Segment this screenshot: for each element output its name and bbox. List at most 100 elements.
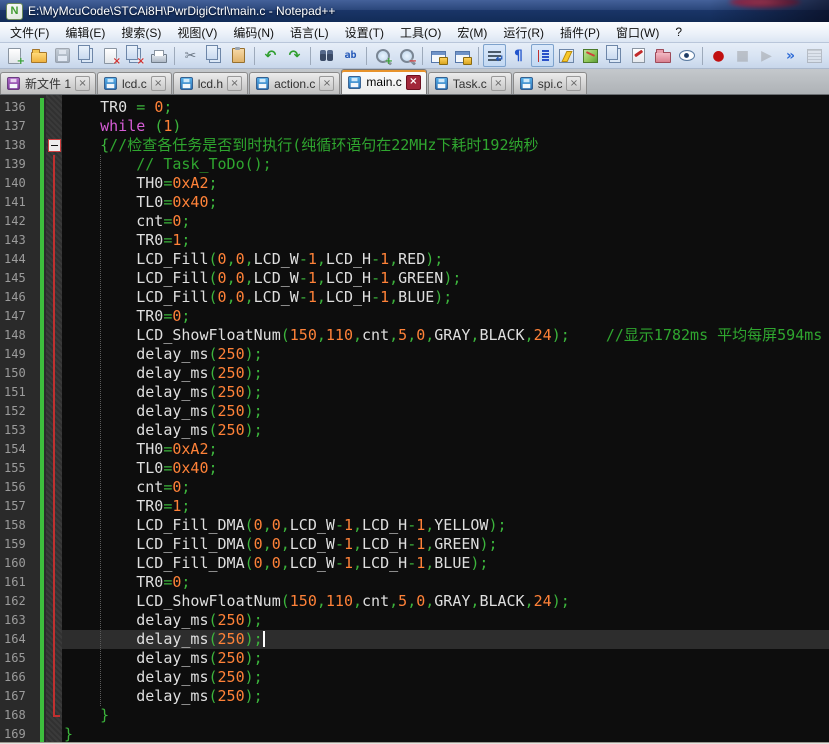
word-wrap-icon[interactable] — [483, 44, 506, 67]
function-list-icon[interactable] — [555, 44, 578, 67]
code-line[interactable]: LCD_Fill_DMA(0,0,LCD_W-1,LCD_H-1,BLUE); — [62, 554, 829, 573]
token-id: delay_ms — [136, 668, 208, 686]
macro-run-multiple-icon[interactable]: » — [779, 44, 802, 67]
menu-item[interactable]: 窗口(W) — [608, 22, 667, 43]
menu-item[interactable]: 设置(T) — [337, 22, 392, 43]
code-line[interactable]: LCD_Fill(0,0,LCD_W-1,LCD_H-1,GREEN); — [62, 269, 829, 288]
code-line[interactable]: LCD_Fill_DMA(0,0,LCD_W-1,LCD_H-1,GREEN); — [62, 535, 829, 554]
code-line[interactable]: LCD_ShowFloatNum(150,110,cnt,5,0,GRAY,BL… — [62, 592, 829, 611]
tab-close-icon[interactable]: × — [319, 76, 334, 91]
redo-icon[interactable]: ↷ — [283, 44, 306, 67]
code-line[interactable]: delay_ms(250); — [62, 649, 829, 668]
open-file-icon[interactable] — [27, 44, 50, 67]
tab-close-icon[interactable]: × — [566, 76, 581, 91]
monitoring-icon[interactable] — [675, 44, 698, 67]
tab-close-icon[interactable]: × — [491, 76, 506, 91]
token-op: ; — [209, 193, 218, 211]
code-line[interactable]: delay_ms(250); — [62, 611, 829, 630]
menu-item[interactable]: 语言(L) — [282, 22, 337, 43]
tab-close-icon[interactable]: × — [406, 75, 421, 90]
code-line[interactable]: TR0=1; — [62, 497, 829, 516]
code-line[interactable]: delay_ms(250); — [62, 383, 829, 402]
zoom-in-icon[interactable]: + — [371, 44, 394, 67]
zoom-out-icon[interactable]: − — [395, 44, 418, 67]
code-line[interactable]: TR0=0; — [62, 307, 829, 326]
code-line[interactable]: delay_ms(250); — [62, 402, 829, 421]
code-line[interactable]: delay_ms(250); — [62, 630, 829, 649]
code-line[interactable]: TR0=0; — [62, 573, 829, 592]
document-list-icon[interactable] — [603, 44, 626, 67]
replace-icon[interactable]: ab — [339, 44, 362, 67]
code-line[interactable]: LCD_Fill(0,0,LCD_W-1,LCD_H-1,RED); — [62, 250, 829, 269]
code-line[interactable]: while (1) — [62, 117, 829, 136]
code-line[interactable]: // Task_ToDo(); — [62, 155, 829, 174]
tab-lcd.c[interactable]: lcd.c× — [97, 72, 172, 94]
menu-item[interactable]: 搜索(S) — [113, 22, 169, 43]
menu-item[interactable]: 编辑(E) — [57, 22, 113, 43]
code-line[interactable]: TR0=1; — [62, 231, 829, 250]
code-line[interactable]: cnt=0; — [62, 212, 829, 231]
menu-item[interactable]: 运行(R) — [495, 22, 552, 43]
code-line[interactable]: delay_ms(250); — [62, 687, 829, 706]
paste-icon[interactable] — [227, 44, 250, 67]
sync-horizontal-icon[interactable] — [451, 44, 474, 67]
code-line[interactable]: delay_ms(250); — [62, 668, 829, 687]
menu-item[interactable]: 宏(M) — [449, 22, 495, 43]
tab-action.c[interactable]: action.c× — [249, 72, 340, 94]
macro-record-icon[interactable]: ● — [707, 44, 730, 67]
token-op: , — [317, 269, 326, 287]
code-line[interactable]: {//检查各任务是否到时执行(纯循环语句在22MHz下耗时192纳秒 — [62, 136, 829, 155]
code-line[interactable]: } — [62, 706, 829, 725]
indent-guide-icon[interactable] — [531, 44, 554, 67]
token-op: ( — [209, 250, 218, 268]
macro-edit-icon[interactable] — [627, 44, 650, 67]
tab-close-icon[interactable]: × — [151, 76, 166, 91]
menu-item[interactable]: 工具(O) — [392, 22, 449, 43]
code-view[interactable]: TR0 = 0; while (1) {//检查各任务是否到时执行(纯循环语句在… — [62, 95, 829, 742]
save-icon[interactable] — [51, 44, 74, 67]
close-icon[interactable]: × — [99, 44, 122, 67]
code-line[interactable]: LCD_Fill(0,0,LCD_W-1,LCD_H-1,BLUE); — [62, 288, 829, 307]
save-all-icon[interactable] — [75, 44, 98, 67]
tab-close-icon[interactable]: × — [227, 76, 242, 91]
show-all-characters-icon[interactable]: ¶ — [507, 44, 530, 67]
tab-main.c[interactable]: main.c× — [341, 69, 426, 94]
macro-play-icon[interactable]: ▶ — [755, 44, 778, 67]
undo-icon[interactable]: ↶ — [259, 44, 282, 67]
print-icon[interactable] — [147, 44, 170, 67]
code-line[interactable]: TH0=0xA2; — [62, 174, 829, 193]
fold-collapse-icon[interactable] — [48, 139, 61, 152]
code-line[interactable]: TR0 = 0; — [62, 98, 829, 117]
find-icon[interactable] — [315, 44, 338, 67]
copy-icon[interactable] — [203, 44, 226, 67]
token-op: - — [335, 516, 344, 534]
code-line[interactable]: TL0=0x40; — [62, 193, 829, 212]
code-line[interactable]: TL0=0x40; — [62, 459, 829, 478]
menu-item[interactable]: 插件(P) — [552, 22, 608, 43]
menu-item[interactable]: ? — [667, 23, 690, 41]
menu-item[interactable]: 视图(V) — [169, 22, 225, 43]
menu-item[interactable]: 编码(N) — [225, 22, 282, 43]
tab-Task.c[interactable]: Task.c× — [428, 72, 512, 94]
cut-icon[interactable]: ✂ — [179, 44, 202, 67]
macro-stop-icon[interactable]: ■ — [731, 44, 754, 67]
document-map-icon[interactable] — [579, 44, 602, 67]
tab--1[interactable]: 新文件 1× — [0, 72, 96, 94]
code-line[interactable]: LCD_ShowFloatNum(150,110,cnt,5,0,GRAY,BL… — [62, 326, 829, 345]
code-line[interactable]: delay_ms(250); — [62, 421, 829, 440]
new-file-icon[interactable]: + — [3, 44, 26, 67]
code-line[interactable]: cnt=0; — [62, 478, 829, 497]
tab-spi.c[interactable]: spi.c× — [513, 72, 588, 94]
macro-save-icon[interactable] — [803, 44, 826, 67]
code-line[interactable]: TH0=0xA2; — [62, 440, 829, 459]
code-line[interactable]: LCD_Fill_DMA(0,0,LCD_W-1,LCD_H-1,YELLOW)… — [62, 516, 829, 535]
menu-item[interactable]: 文件(F) — [2, 22, 57, 43]
code-line[interactable]: } — [62, 725, 829, 742]
tab-lcd.h[interactable]: lcd.h× — [173, 72, 248, 94]
tab-close-icon[interactable]: × — [75, 76, 90, 91]
sync-vertical-icon[interactable] — [427, 44, 450, 67]
code-line[interactable]: delay_ms(250); — [62, 345, 829, 364]
close-all-icon[interactable]: × — [123, 44, 146, 67]
folder-as-workspace-icon[interactable] — [651, 44, 674, 67]
code-line[interactable]: delay_ms(250); — [62, 364, 829, 383]
